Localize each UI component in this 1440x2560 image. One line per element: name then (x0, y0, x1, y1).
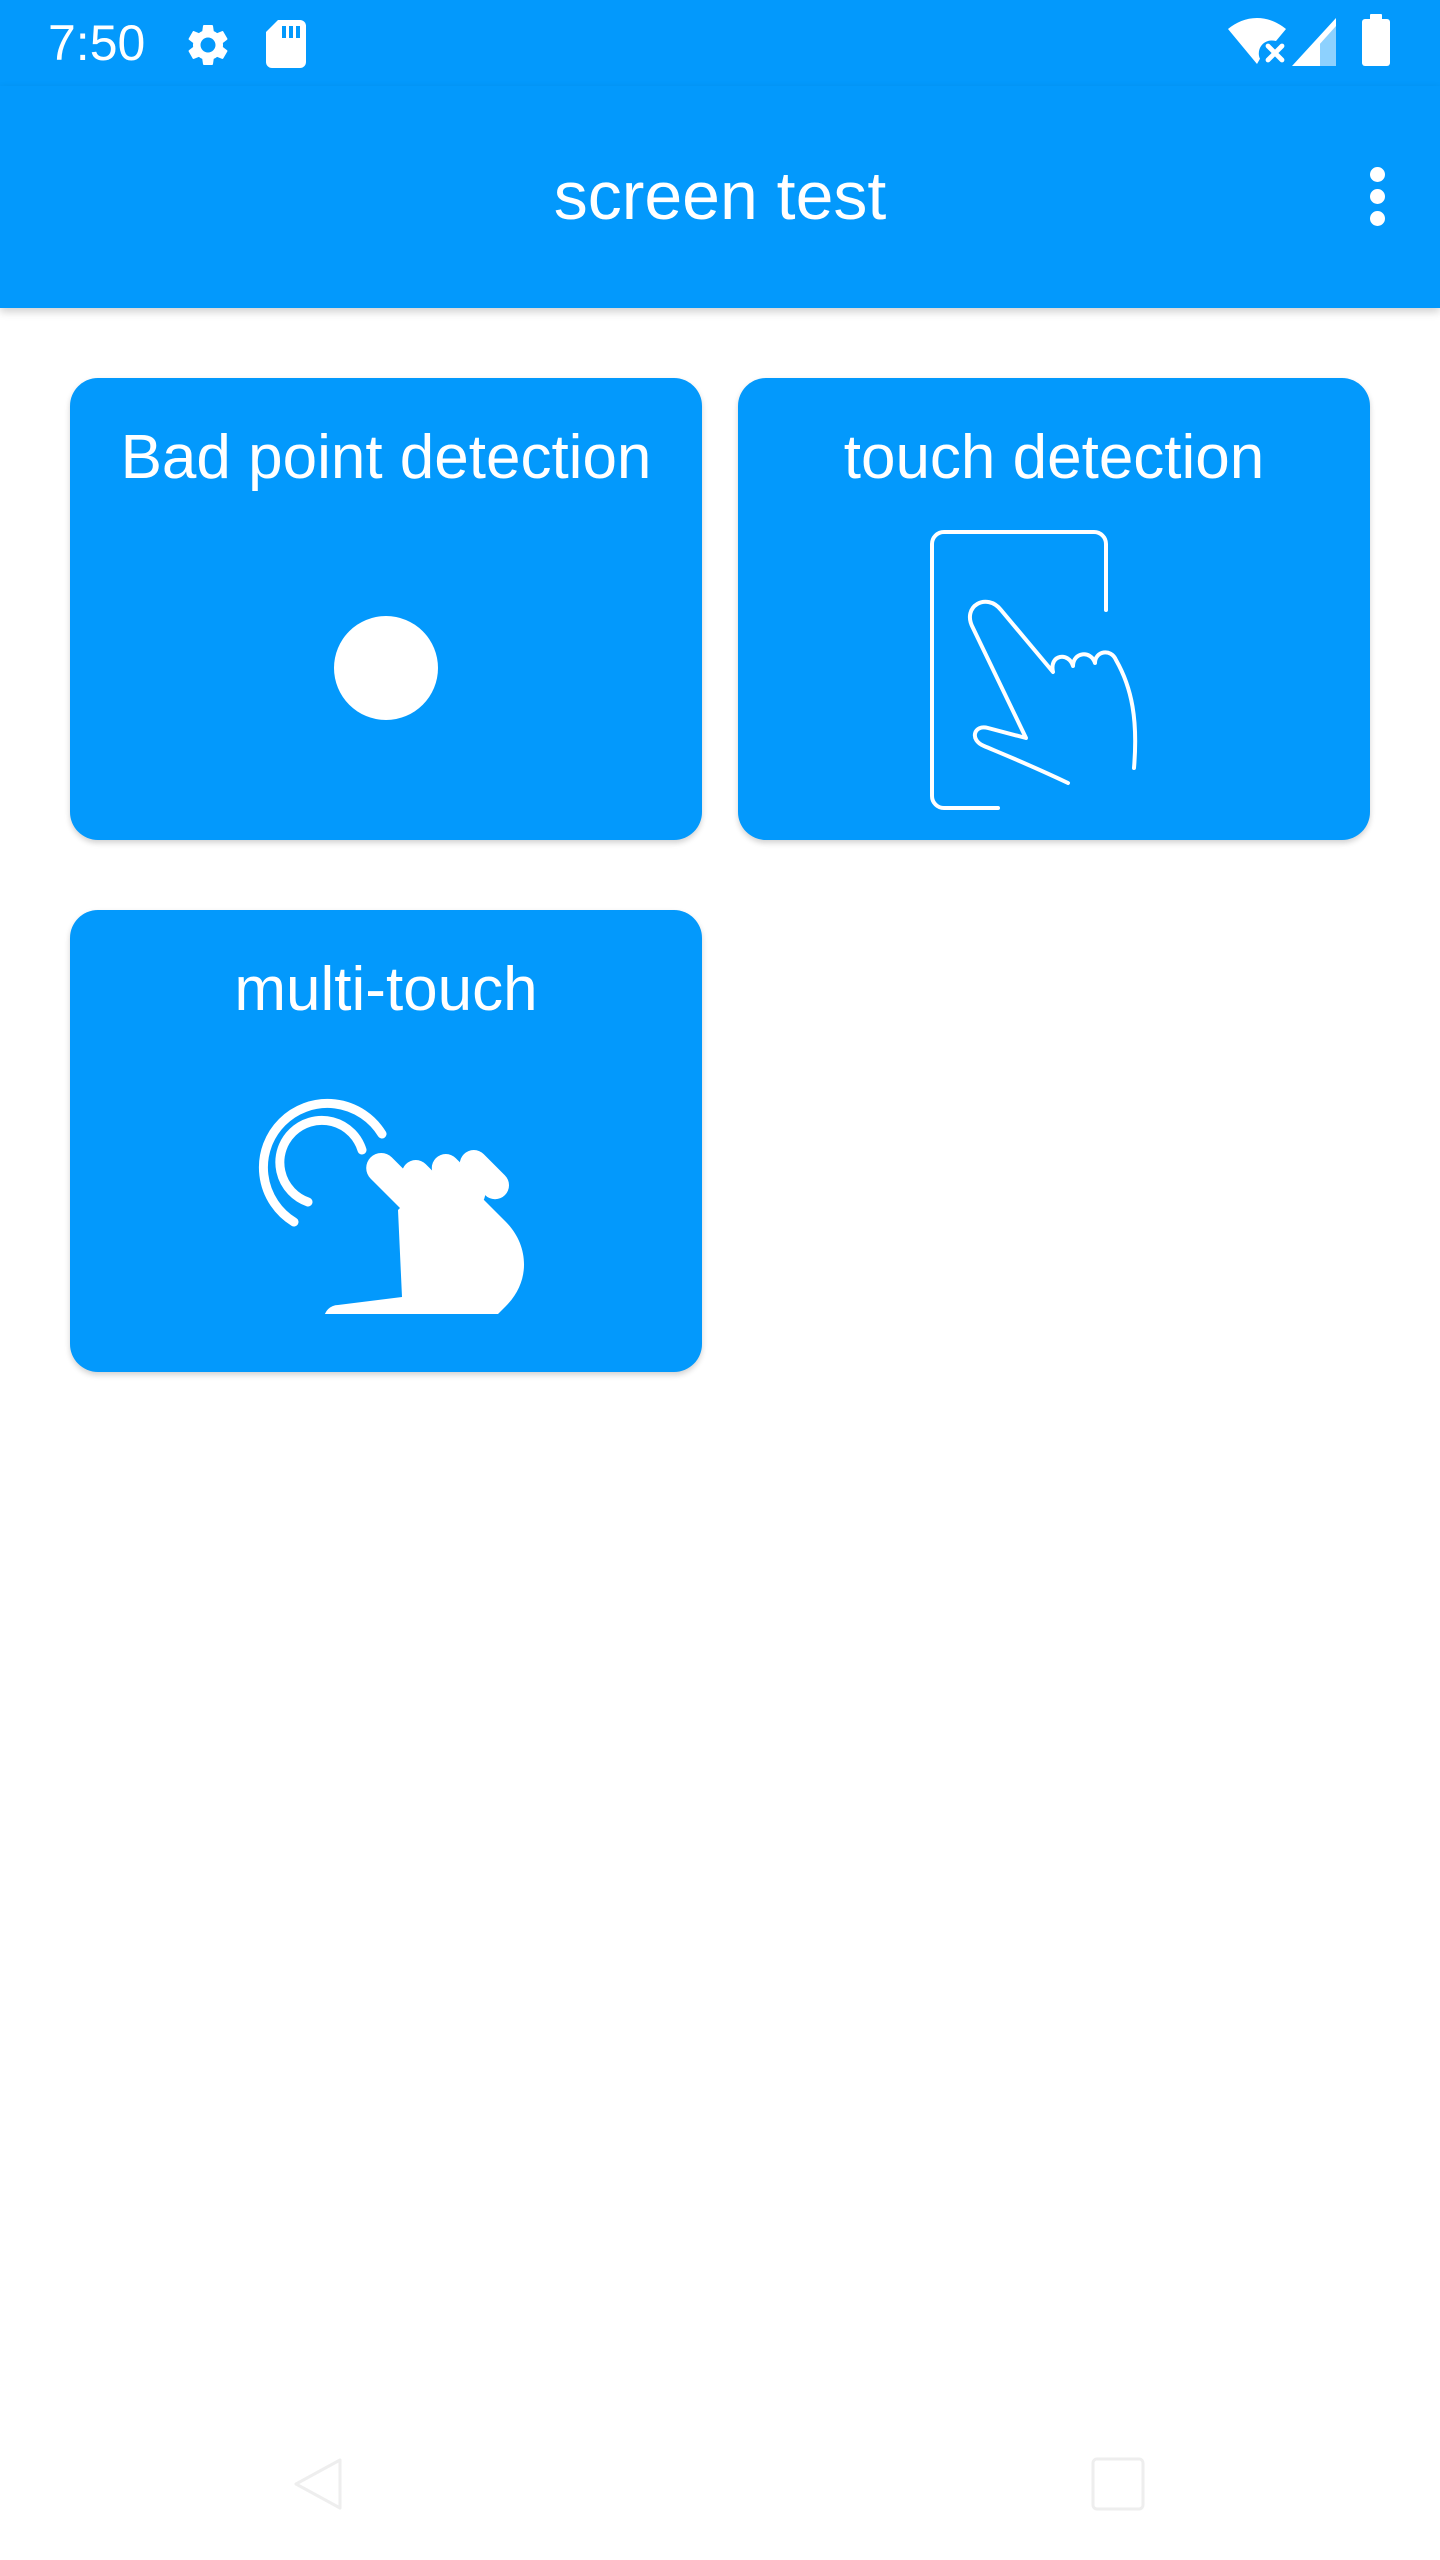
dot-icon (334, 616, 438, 720)
card-label: touch detection (843, 423, 1265, 492)
card-label: multi-touch (234, 955, 538, 1024)
card-touch-detection[interactable]: touch detection (738, 378, 1370, 840)
settings-gear-icon (188, 24, 228, 66)
wifi-icon (1228, 18, 1286, 64)
app-bar: screen test (0, 86, 1440, 308)
signal-icon (1292, 18, 1336, 66)
finger-on-screen-icon (930, 530, 1138, 810)
card-bad-point-detection[interactable]: Bad point detection (70, 378, 702, 840)
back-icon[interactable] (290, 2456, 346, 2512)
sd-card-icon (266, 20, 306, 68)
tap-hand-icon (258, 1098, 524, 1314)
app-title: screen test (553, 158, 887, 234)
app-screen: 7:50 screen test Bad point detection tou… (0, 0, 1440, 2560)
card-multi-touch[interactable]: multi-touch (70, 910, 702, 1372)
status-time: 7:50 (48, 15, 146, 71)
recents-icon[interactable] (1090, 2456, 1146, 2512)
battery-icon (1362, 14, 1390, 66)
status-bar: 7:50 (0, 0, 1440, 86)
more-vert-icon[interactable] (1354, 156, 1402, 236)
card-label: Bad point detection (120, 423, 652, 492)
